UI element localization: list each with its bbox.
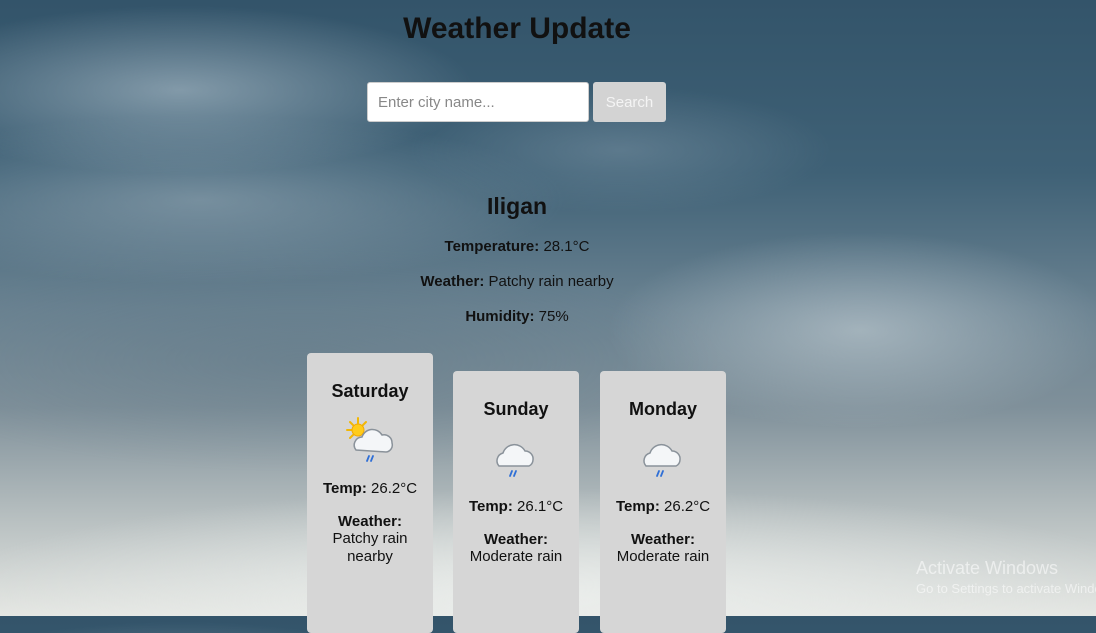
forecast-temp-row: Temp: 26.2°C [307, 480, 433, 497]
temp-value: 26.2°C [664, 498, 711, 515]
page-title: Weather Update [403, 12, 631, 45]
forecast-temp-row: Temp: 26.2°C [600, 498, 726, 515]
forecast-weather-label: Weather: [631, 531, 695, 548]
forecast-weather-value: Moderate rain [469, 548, 563, 565]
current-weather: Iligan Temperature: 28.1°C Weather: Patc… [0, 193, 1034, 343]
temp-label: Temp: [468, 498, 513, 515]
temperature-value: 28.1°C [543, 238, 590, 255]
weather-value: Patchy rain nearby [488, 273, 614, 290]
forecast-card-saturday: Saturday Temp: 26.2°C Weather: Patchy ra… [307, 353, 433, 633]
forecast-day: Monday [628, 399, 697, 419]
temp-label: Temp: [615, 498, 660, 515]
humidity-value: 75% [538, 308, 569, 325]
forecast-card-sunday: Sunday Temp: 26.1°C Weather: Moderate ra… [453, 371, 579, 633]
activate-windows-watermark: Activate Windows Go to Settings to activ… [916, 558, 1096, 596]
city-search-input[interactable] [367, 82, 589, 122]
watermark-subtitle: Go to Settings to activate Windows. [916, 581, 1096, 596]
cloud-rain-icon [600, 436, 726, 480]
city-name: Iligan [486, 193, 548, 219]
temp-value: 26.1°C [517, 498, 564, 515]
temp-label: Temp: [322, 480, 367, 497]
search-bar: Search [367, 82, 666, 122]
sun-cloud-rain-icon [307, 416, 433, 466]
cloud-rain-icon [453, 436, 579, 480]
forecast-weather-value: Moderate rain [616, 548, 710, 565]
forecast-weather-value: Patchy rain nearby [332, 530, 408, 565]
forecast-day: Sunday [483, 399, 549, 419]
humidity-label: Humidity: [465, 308, 535, 325]
forecast-card-monday: Monday Temp: 26.2°C Weather: Moderate ra… [600, 371, 726, 633]
temp-value: 26.2°C [371, 480, 418, 497]
temperature-label: Temperature: [444, 238, 540, 255]
search-button[interactable]: Search [593, 82, 666, 122]
temperature-row: Temperature: 28.1°C [0, 238, 1034, 255]
forecast-weather-label: Weather: [484, 531, 548, 548]
forecast-day: Saturday [331, 381, 409, 401]
weather-row: Weather: Patchy rain nearby [0, 273, 1034, 290]
forecast-temp-row: Temp: 26.1°C [453, 498, 579, 515]
forecast-weather-label: Weather: [338, 513, 402, 530]
watermark-title: Activate Windows [916, 558, 1059, 578]
weather-label: Weather: [420, 273, 485, 290]
humidity-row: Humidity: 75% [0, 308, 1034, 325]
